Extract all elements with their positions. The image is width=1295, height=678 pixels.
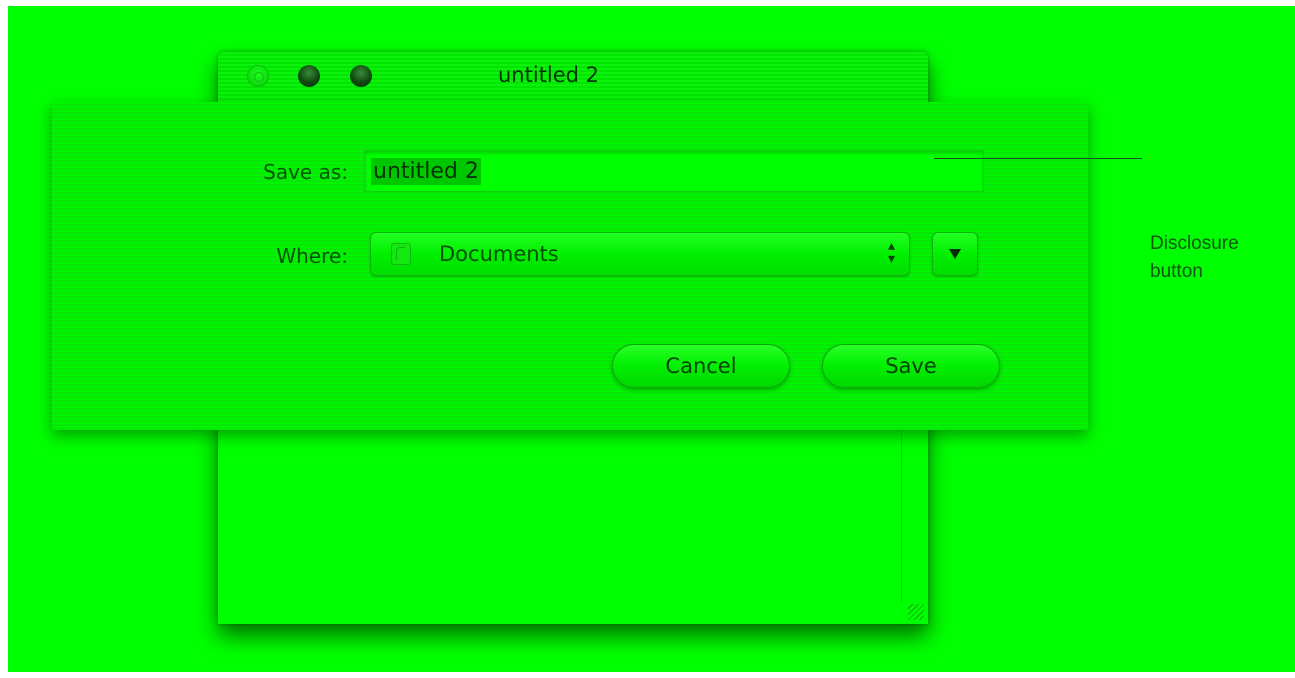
save-button[interactable]: Save xyxy=(822,344,1000,388)
folder-icon xyxy=(391,243,411,265)
up-down-arrows-icon: ▴ ▾ xyxy=(887,238,895,267)
filename-value[interactable]: untitled 2 xyxy=(371,157,481,185)
cancel-button[interactable]: Cancel xyxy=(612,344,790,388)
window-titlebar[interactable]: untitled 2 xyxy=(218,52,928,103)
screenshot-canvas: untitled 2 Save as: untitled 2 Where: Do… xyxy=(8,6,1295,672)
where-label: Where: xyxy=(276,244,348,268)
callout-label-line2: button xyxy=(1150,261,1203,282)
resize-grip-icon[interactable] xyxy=(908,604,924,620)
disclosure-triangle-icon xyxy=(949,249,961,259)
zoom-icon[interactable] xyxy=(350,65,372,87)
callout-label-line1: Disclosure xyxy=(1150,233,1239,254)
where-popup-button[interactable]: Documents ▴ ▾ xyxy=(370,232,910,276)
callout-label: Disclosure button xyxy=(1150,230,1239,286)
filename-field[interactable]: untitled 2 xyxy=(364,150,984,192)
window-title: untitled 2 xyxy=(498,63,600,87)
disclosure-button[interactable] xyxy=(932,232,978,276)
minimize-icon[interactable] xyxy=(298,65,320,87)
save-as-label: Save as: xyxy=(263,160,348,184)
close-icon[interactable] xyxy=(247,65,269,87)
callout-line xyxy=(934,158,1142,159)
where-value: Documents xyxy=(439,242,559,266)
save-sheet: Save as: untitled 2 Where: Documents ▴ ▾ … xyxy=(52,102,1088,430)
